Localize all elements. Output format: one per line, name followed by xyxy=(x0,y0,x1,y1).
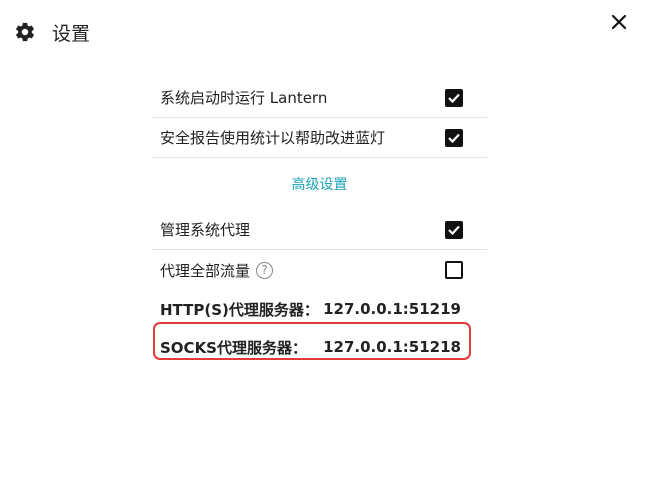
setting-label: 系统启动时运行 Lantern xyxy=(160,89,328,107)
gear-icon xyxy=(14,21,36,43)
setting-label: 管理系统代理 xyxy=(160,221,251,239)
highlight-box xyxy=(153,322,471,360)
launch-on-startup-checkbox[interactable] xyxy=(445,88,463,107)
setting-row-proxy-all-traffic: 代理全部流量 ? xyxy=(152,250,487,290)
close-icon[interactable] xyxy=(609,12,629,32)
settings-header: 设置 xyxy=(14,18,90,46)
proxy-all-traffic-checkbox[interactable] xyxy=(445,261,463,279)
usage-stats-checkbox[interactable] xyxy=(445,128,463,147)
settings-window: 设置 系统启动时运行 Lantern 安全报告使用统计以帮助改进蓝灯 高级设置 … xyxy=(0,0,649,479)
setting-label: 代理全部流量 xyxy=(160,261,251,280)
setting-row-manage-system-proxy: 管理系统代理 xyxy=(152,210,487,250)
manage-system-proxy-checkbox[interactable] xyxy=(445,220,463,239)
server-label: HTTP(S)代理服务器： xyxy=(160,300,319,319)
setting-row-usage-stats: 安全报告使用统计以帮助改进蓝灯 xyxy=(152,118,487,158)
proxy-all-label-wrap: 代理全部流量 ? xyxy=(160,260,274,281)
advanced-settings-link[interactable]: 高级设置 xyxy=(152,158,487,210)
page-title: 设置 xyxy=(52,22,91,45)
server-value: 127.0.0.1:51219 xyxy=(323,300,461,318)
setting-row-launch-on-startup: 系统启动时运行 Lantern xyxy=(152,78,487,118)
help-icon[interactable]: ? xyxy=(256,261,274,279)
setting-label: 安全报告使用统计以帮助改进蓝灯 xyxy=(160,129,386,147)
